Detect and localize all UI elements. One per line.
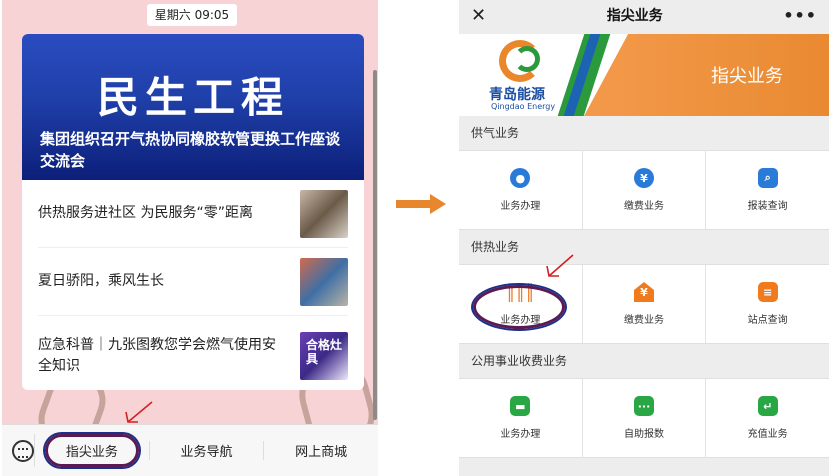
page-header: ✕ 指尖业务 ••• [459,0,829,30]
thumbnail-text: 合格灶具 [306,338,343,366]
banner-orange-band [584,34,829,116]
close-icon[interactable]: ✕ [471,5,486,26]
menu-online-mall[interactable]: 网上商城 [263,441,378,460]
service-label: 业务办理 [500,429,541,440]
logo-text-en: Qingdao Energy [491,102,556,111]
service-grid-utility: ▬ 业务办理 ··· 自助报数 ↵ 充值业务 [459,378,829,458]
annotation-arrow [546,254,574,277]
news-title: 供热服务进社区 为民服务“零”距离 [38,205,253,221]
section-title-utility: 公用事业收费业务 [459,344,829,378]
briefcase-icon: ▬ [510,396,531,416]
service-gas-payment[interactable]: ¥ 缴费业务 [581,151,706,229]
menu-business-nav[interactable]: 业务导航 [148,441,264,460]
banner-title: 民生工程 [96,73,289,122]
news-item[interactable]: 夏日骄阳，乘风生长 [38,248,348,316]
news-thumbnail: 合格灶具 [300,332,348,380]
logo-text-cn: 青岛能源 [489,87,545,103]
service-label: 自助报数 [624,429,664,440]
menu-label: 网上商城 [295,445,348,460]
news-thumbnail [300,189,348,238]
brand-banner: 青岛能源 Qingdao Energy 指尖业务 [459,34,829,116]
house-yuan-icon: ¥ [634,282,654,302]
flame-icon: ● [510,168,531,188]
menu-label: 业务导航 [180,445,233,460]
menu-label: 指尖业务 [44,434,139,467]
service-label: 充值业务 [747,429,788,440]
news-thumbnail [300,257,348,306]
service-utility-handle[interactable]: ▬ 业务办理 [459,379,582,457]
section-title-heat: 供热业务 [459,230,829,264]
service-label: 缴费业务 [624,315,664,326]
keyboard-icon[interactable] [12,439,34,462]
service-label: 缴费业务 [624,201,664,212]
banner-headline[interactable]: 集团组织召开气热协同橡胶软管更换工作座谈交流会 [40,128,346,172]
status-time: 星期六 09:05 [147,4,237,26]
search-icon: ⌕ [757,168,778,188]
service-heat-station-query[interactable]: ≡ 站点查询 [705,265,829,343]
service-utility-self-report[interactable]: ··· 自助报数 [581,379,706,457]
news-item[interactable]: 应急科普｜九张图教您学会燃气使用安全知识 合格灶具 [38,316,348,390]
service-gas-install-query[interactable]: ⌕ 报装查询 [705,151,829,229]
banner-label: 指尖业务 [711,66,783,87]
service-label: 站点查询 [747,315,788,326]
news-list: 供热服务进社区 为民服务“零”距离 夏日骄阳，乘风生长 应急科普｜九张图教您学会… [22,180,364,390]
yuan-icon: ¥ [634,168,654,188]
service-grid-gas: ● 业务办理 ¥ 缴费业务 ⌕ 报装查询 [459,150,829,230]
page-title: 指尖业务 [606,8,663,24]
news-card: 民生工程 集团组织召开气热协同橡胶软管更换工作座谈交流会 供热服务进社区 为民服… [22,34,364,390]
menu-fingertip-business[interactable]: 指尖业务 [34,434,149,467]
service-grid-heat: ║║║ 业务办理 ¥ 缴费业务 ≡ 站点查询 [459,264,829,344]
section-title-gas: 供气业务 [459,116,829,150]
service-heat-payment[interactable]: ¥ 缴费业务 [581,265,706,343]
more-icon[interactable]: ••• [783,6,817,25]
service-gas-handle[interactable]: ● 业务办理 [459,151,582,229]
service-label: 业务办理 [500,201,541,212]
bottom-menu-bar: 指尖业务 业务导航 网上商城 [2,424,378,476]
right-phone-screen: ✕ 指尖业务 ••• 青岛能源 Qingdao Energy 指尖业务 供气业务… [459,0,829,476]
left-phone-screen: 星期六 09:05 民生工程 集团组织召开气热协同橡胶软管更换工作座谈交流会 供… [2,0,378,476]
news-item[interactable]: 供热服务进社区 为民服务“零”距离 [38,180,348,248]
news-title: 应急科普｜九张图教您学会燃气使用安全知识 [38,337,276,374]
news-title: 夏日骄阳，乘风生长 [38,273,164,289]
news-banner[interactable]: 民生工程 集团组织召开气热协同橡胶软管更换工作座谈交流会 [22,34,364,180]
transition-arrow-icon [396,194,446,214]
service-utility-recharge[interactable]: ↵ 充值业务 [705,379,829,457]
service-label: 报装查询 [747,201,788,212]
scrollbar[interactable] [373,70,377,420]
recharge-icon: ↵ [757,396,778,416]
station-search-icon: ≡ [757,282,778,302]
logo-icon-inner [514,46,540,72]
highlight-ring [473,285,565,329]
message-icon: ··· [634,396,654,416]
